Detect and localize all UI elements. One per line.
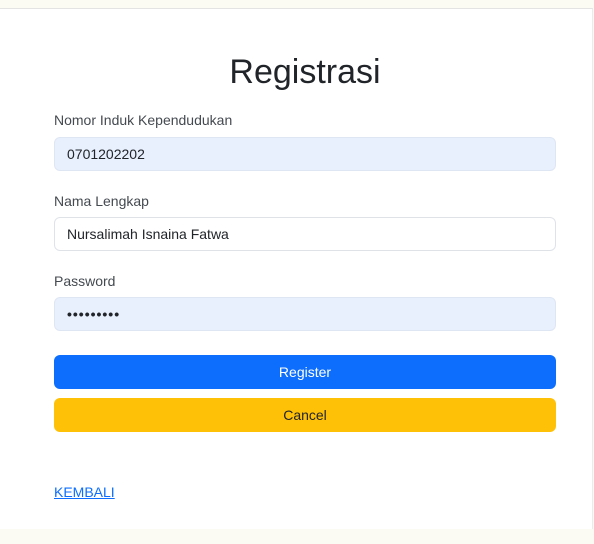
nik-label: Nomor Induk Kependudukan bbox=[54, 112, 233, 128]
nik-input[interactable] bbox=[54, 137, 556, 171]
kembali-link[interactable]: KEMBALI bbox=[54, 483, 115, 501]
cancel-button[interactable]: Cancel bbox=[54, 398, 556, 432]
password-input[interactable] bbox=[54, 297, 556, 331]
page-background: Registrasi Nomor Induk Kependudukan Nama… bbox=[0, 0, 594, 544]
nama-lengkap-input[interactable] bbox=[54, 217, 556, 251]
register-button[interactable]: Register bbox=[54, 355, 556, 389]
password-label: Password bbox=[54, 273, 116, 289]
page-title: Registrasi bbox=[229, 53, 381, 91]
nama-lengkap-label: Nama Lengkap bbox=[54, 193, 149, 209]
